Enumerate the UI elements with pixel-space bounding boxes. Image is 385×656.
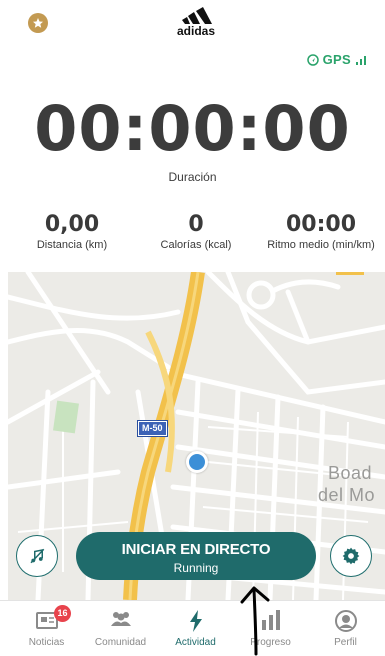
settings-button[interactable]	[330, 535, 372, 577]
profile-icon	[334, 610, 357, 632]
pace-label: Ritmo medio (min/km)	[267, 239, 375, 251]
tab-label: Actividad	[175, 637, 216, 648]
gps-icon	[306, 53, 319, 66]
notification-badge: 16	[54, 605, 71, 622]
tab-noticias[interactable]: 16 Noticias	[8, 601, 85, 656]
distance-label: Distancia (km)	[36, 239, 108, 251]
bottom-nav: 16 Noticias Comunidad Actividad Progreso	[0, 600, 385, 656]
start-button-subtitle: Running	[173, 561, 219, 575]
tab-label: Comunidad	[94, 637, 147, 648]
calories-value: 0	[188, 212, 204, 237]
signal-icon	[356, 55, 366, 65]
duration-label: Duración	[168, 170, 217, 184]
gear-icon	[342, 547, 360, 565]
map-place-label-1: Boad	[328, 463, 373, 483]
tab-actividad[interactable]: Actividad	[157, 601, 234, 656]
tab-label: Perfil	[334, 637, 357, 648]
current-location-dot	[186, 451, 208, 473]
tab-comunidad[interactable]: Comunidad	[82, 601, 159, 656]
stat-calories: 0 Calorías (kcal)	[146, 212, 246, 251]
svg-text:adidas: adidas	[177, 24, 215, 38]
stat-pace: 00:00 Ritmo medio (min/km)	[256, 212, 385, 251]
stat-distance: 0,00 Distancia (km)	[22, 212, 122, 251]
music-off-button[interactable]	[16, 535, 58, 577]
tab-label: Noticias	[28, 637, 65, 648]
map-place-label-2: del Mo	[318, 485, 376, 505]
gps-status: GPS	[306, 52, 367, 67]
premium-star-icon[interactable]	[28, 13, 48, 33]
gps-label: GPS	[322, 52, 351, 67]
duration-timer: 00:00:00	[34, 92, 351, 165]
calories-label: Calorías (kcal)	[160, 239, 232, 251]
music-off-icon	[30, 548, 45, 564]
lightning-icon	[189, 610, 202, 632]
start-live-button[interactable]: INICIAR EN DIRECTO Running	[76, 532, 316, 580]
annotation-arrow	[240, 586, 270, 656]
start-button-title: INICIAR EN DIRECTO	[121, 541, 271, 558]
distance-value: 0,00	[44, 212, 100, 237]
stats-row: 0,00 Distancia (km) 0 Calorías (kcal) 00…	[0, 212, 385, 262]
header: adidas GPS	[0, 0, 385, 70]
pace-value: 00:00	[285, 212, 357, 237]
road-label-m50: M-50	[137, 420, 168, 437]
tab-perfil[interactable]: Perfil	[307, 601, 384, 656]
community-icon	[110, 612, 131, 626]
adidas-logo: adidas	[170, 6, 222, 38]
